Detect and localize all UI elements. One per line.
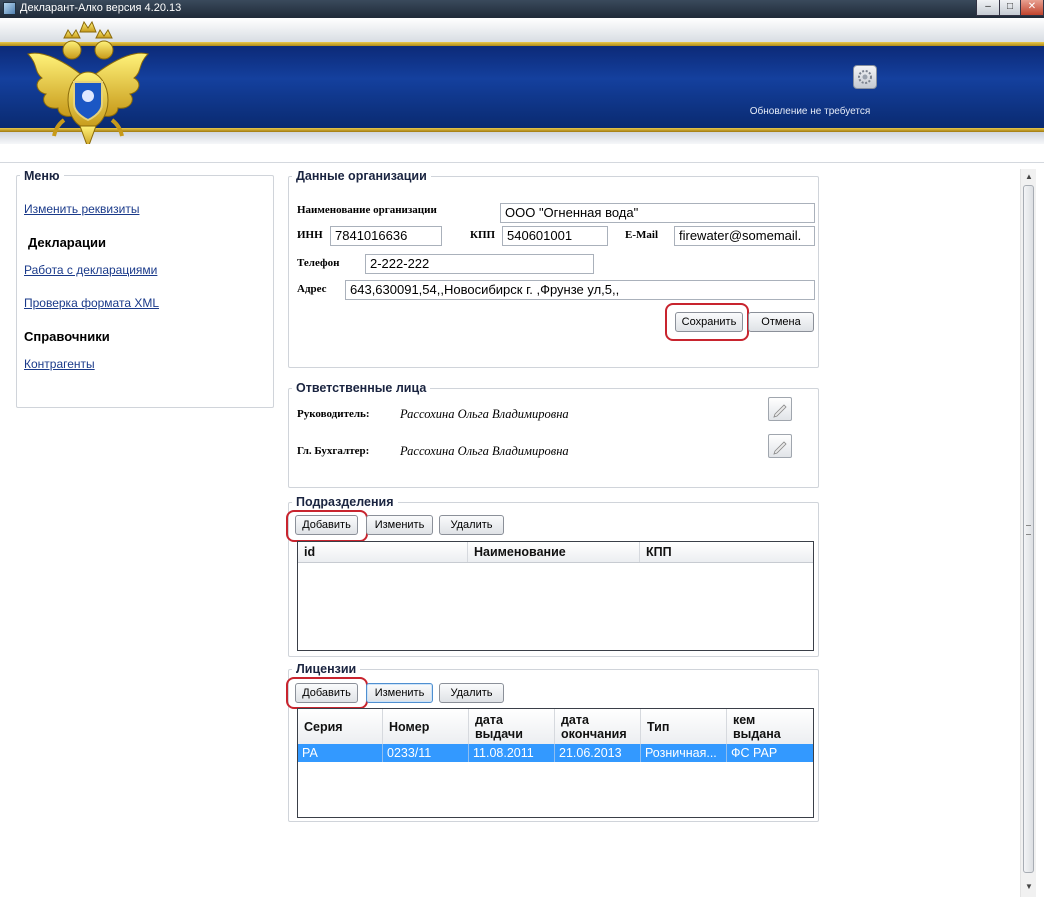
menu-title: Меню	[20, 169, 64, 183]
column-header[interactable]: Номер	[383, 709, 469, 744]
column-header[interactable]: id	[298, 542, 468, 562]
column-header[interactable]: КПП	[640, 542, 813, 562]
table-cell: 21.06.2013	[555, 744, 641, 762]
table-cell: 0233/11	[383, 744, 469, 762]
pencil-icon	[773, 441, 787, 455]
table-cell: 11.08.2011	[469, 744, 555, 762]
save-button[interactable]: Сохранить	[675, 312, 743, 332]
scroll-up-icon[interactable]: ▲	[1021, 169, 1037, 185]
minimize-button[interactable]: –	[976, 0, 1000, 16]
menu-link-counterparties[interactable]: Контрагенты	[24, 357, 95, 371]
delete-license-button[interactable]: Удалить	[439, 683, 504, 703]
licenses-table-header: Серия Номер дата выдачи дата окончания Т…	[298, 709, 813, 745]
accountant-name: Рассохина Ольга Владимировна	[400, 444, 569, 458]
column-header[interactable]: дата выдачи	[469, 709, 555, 744]
add-license-button[interactable]: Добавить	[295, 683, 358, 703]
column-header[interactable]: Тип	[641, 709, 727, 744]
vertical-scrollbar[interactable]: ▲ ▼	[1020, 169, 1036, 897]
menu-link-edit-details[interactable]: Изменить реквизиты	[24, 202, 139, 216]
head-name: Рассохина Ольга Владимировна	[400, 407, 569, 421]
scroll-down-icon[interactable]: ▼	[1021, 879, 1037, 895]
column-header[interactable]: Наименование	[468, 542, 640, 562]
phone-label: Телефон	[297, 257, 340, 269]
edit-license-button[interactable]: Изменить	[366, 683, 433, 703]
org-data-title: Данные организации	[292, 169, 431, 183]
table-cell: Розничная...	[641, 744, 727, 762]
menu-link-declarations[interactable]: Работа с декларациями	[24, 263, 157, 277]
email-label: E-Mail	[625, 229, 658, 241]
divisions-title: Подразделения	[292, 495, 398, 509]
inn-field[interactable]: 7841016636	[330, 226, 442, 246]
licenses-title: Лицензии	[292, 662, 361, 676]
column-header[interactable]: кем выдана	[727, 709, 813, 744]
settings-button[interactable]	[853, 65, 877, 89]
email-field[interactable]: firewater@somemail.	[674, 226, 815, 246]
org-name-label: Наименование организации	[297, 204, 437, 216]
gear-icon	[858, 70, 872, 84]
maximize-button[interactable]: □	[999, 0, 1021, 16]
org-name-field[interactable]: ООО "Огненная вода"	[500, 203, 815, 223]
scroll-thumb[interactable]	[1023, 185, 1034, 873]
address-field[interactable]: 643,630091,54,,Новосибирск г. ,Фрунзе ул…	[345, 280, 815, 300]
column-header[interactable]: дата окончания	[555, 709, 641, 744]
pencil-icon	[773, 404, 787, 418]
divisions-table: id Наименование КПП	[297, 541, 814, 651]
add-division-button[interactable]: Добавить	[295, 515, 358, 535]
phone-field[interactable]: 2-222-222	[365, 254, 594, 274]
responsible-group	[288, 388, 819, 488]
divisions-table-header: id Наименование КПП	[298, 542, 813, 563]
menu-heading-references: Справочники	[24, 329, 110, 344]
update-status: Обновление не требуется	[749, 106, 871, 117]
app-banner: Обновление не требуется	[0, 18, 1044, 144]
menu-heading-declarations: Декларации	[28, 235, 106, 250]
kpp-field[interactable]: 540601001	[502, 226, 608, 246]
menu-link-xml-check[interactable]: Проверка формата XML	[24, 296, 159, 310]
cancel-button[interactable]: Отмена	[748, 312, 814, 332]
delete-division-button[interactable]: Удалить	[439, 515, 504, 535]
window-title: Декларант-Алко версия 4.20.13	[20, 2, 182, 14]
close-button[interactable]: ✕	[1020, 0, 1044, 16]
edit-accountant-button[interactable]	[768, 434, 792, 458]
kpp-label: КПП	[470, 229, 496, 241]
table-cell: РА	[298, 744, 383, 762]
address-label: Адрес	[297, 283, 327, 295]
licenses-table: Серия Номер дата выдачи дата окончания Т…	[297, 708, 814, 818]
edit-head-button[interactable]	[768, 397, 792, 421]
responsible-title: Ответственные лица	[292, 381, 431, 395]
table-row[interactable]: РА 0233/11 11.08.2011 21.06.2013 Розничн…	[298, 744, 813, 762]
edit-division-button[interactable]: Изменить	[366, 515, 433, 535]
column-header[interactable]: Серия	[298, 709, 383, 744]
app-icon	[3, 2, 16, 15]
table-cell: ФС РАР	[731, 746, 778, 760]
inn-label: ИНН	[297, 229, 323, 241]
head-label: Руководитель:	[297, 408, 370, 420]
accountant-label: Гл. Бухгалтер:	[297, 445, 370, 457]
emblem-icon	[27, 20, 149, 144]
window-titlebar: Декларант-Алко версия 4.20.13 – □ ✕	[0, 0, 1044, 18]
